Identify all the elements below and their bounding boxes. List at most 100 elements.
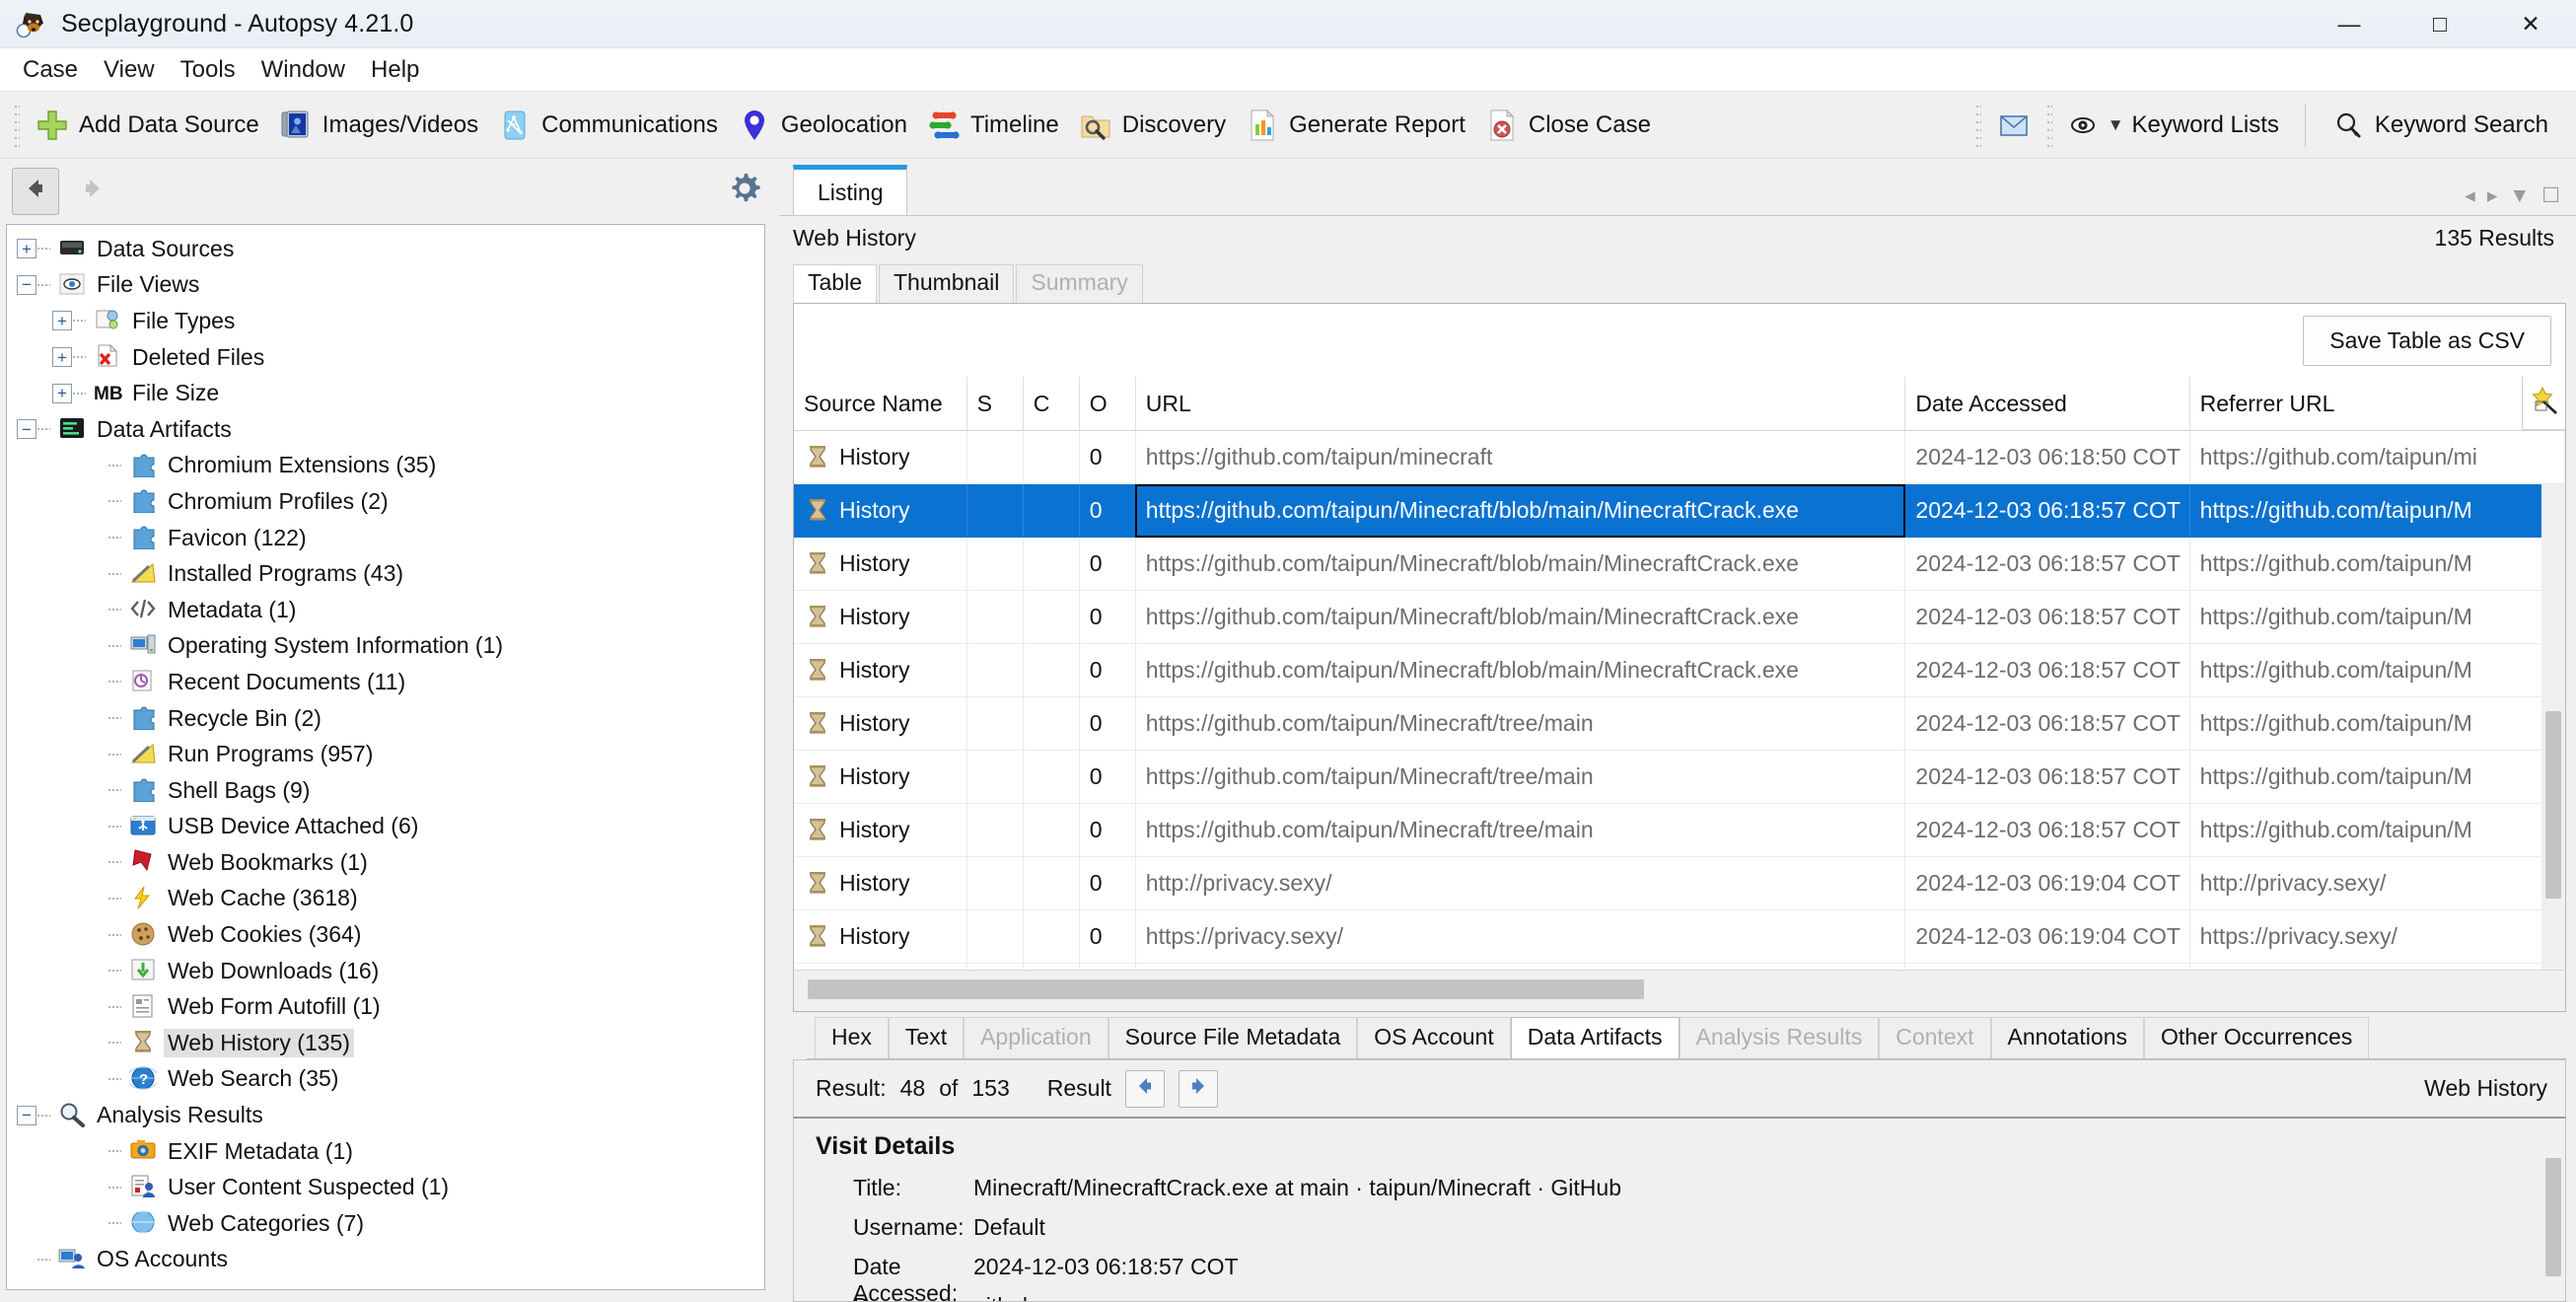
save-table-as-csv-button[interactable]: Save Table as CSV: [2303, 315, 2551, 366]
tree-item-web-cookies-364[interactable]: Web Cookies (364): [7, 916, 764, 953]
table-row[interactable]: History 0 https://github.com/taipun/Minecr…: [794, 537, 2565, 591]
tree-item-web-search-35[interactable]: ? Web Search (35): [7, 1061, 764, 1098]
column-header-o[interactable]: O: [1079, 377, 1136, 430]
tree-item-deleted-files[interactable]: + Deleted Files: [7, 339, 764, 376]
keyword-search-button[interactable]: Keyword Search: [2322, 98, 2558, 153]
tree-item-web-form-autofill-1[interactable]: Web Form Autofill (1): [7, 988, 764, 1025]
tab-table[interactable]: Table: [793, 264, 877, 303]
detail-tab-data-artifacts[interactable]: Data Artifacts: [1510, 1017, 1680, 1059]
expand-icon[interactable]: +: [17, 239, 36, 259]
back-button[interactable]: [12, 168, 59, 215]
detail-tab-other-occurrences[interactable]: Other Occurrences: [2143, 1017, 2370, 1059]
minimize-button[interactable]: —: [2304, 0, 2395, 48]
images-videos-button[interactable]: Images/Videos: [269, 98, 488, 153]
table-row[interactable]: History 0 https://github.com/taipun/Minecr…: [794, 696, 2565, 751]
collapse-icon[interactable]: −: [17, 419, 36, 440]
toolbar-grip-keyword[interactable]: [2045, 102, 2052, 148]
discovery-button[interactable]: Discovery: [1069, 98, 1236, 153]
toolbar-grip-mail[interactable]: [1974, 102, 1981, 148]
table-row[interactable]: History 0 https://github.com/taipun/Minecr…: [794, 483, 2565, 538]
tree-item-recycle-bin-2[interactable]: Recycle Bin (2): [7, 700, 764, 737]
column-header-source-name[interactable]: Source Name: [794, 377, 967, 430]
tree-item-analysis-results[interactable]: − Analysis Results: [7, 1097, 764, 1133]
tree-item-web-cache-3618[interactable]: Web Cache (3618): [7, 881, 764, 917]
toolbar-grip[interactable]: [14, 102, 20, 148]
column-header-c[interactable]: C: [1023, 377, 1080, 430]
close-case-button[interactable]: Close Case: [1475, 98, 1661, 153]
keyword-lists-button[interactable]: ▼ Keyword Lists: [2058, 98, 2289, 153]
tree-item-file-types[interactable]: + File Types: [7, 303, 764, 339]
tab-scroll-left-icon[interactable]: ◂: [2465, 183, 2475, 208]
table-row[interactable]: History 0 https://github.com/taipun/minecr…: [794, 431, 2565, 484]
tab-list-dropdown-icon[interactable]: ▼: [2509, 184, 2530, 208]
table-vertical-scrollbar[interactable]: [2541, 484, 2565, 970]
tree-item-file-size[interactable]: + MB File Size: [7, 375, 764, 411]
menu-item-view[interactable]: View: [91, 52, 168, 88]
maximize-button[interactable]: □: [2395, 0, 2485, 48]
tree-item-os-accounts[interactable]: OS Accounts: [7, 1242, 764, 1278]
column-header-url[interactable]: URL: [1135, 377, 1906, 430]
tab-maximize-icon[interactable]: ☐: [2541, 183, 2560, 208]
next-result-button[interactable]: [1178, 1069, 1218, 1108]
tree-item-recent-documents-11[interactable]: Recent Documents (11): [7, 664, 764, 700]
menu-item-window[interactable]: Window: [249, 52, 358, 88]
tree-item-shell-bags-9[interactable]: Shell Bags (9): [7, 772, 764, 809]
tree-item-data-sources[interactable]: + Data Sources: [7, 231, 764, 267]
expand-icon[interactable]: +: [52, 347, 72, 368]
tree-item-exif-metadata-1[interactable]: EXIF Metadata (1): [7, 1133, 764, 1170]
table-row[interactable]: History 0 https://github.com/taipun/Minecr…: [794, 643, 2565, 697]
timeline-button[interactable]: Timeline: [917, 98, 1069, 153]
tree-item-chromium-extensions-35[interactable]: Chromium Extensions (35): [7, 448, 764, 484]
chevron-down-icon[interactable]: ▼: [2108, 115, 2124, 135]
table-row[interactable]: History 0 https://github.com/taipun/Minecr…: [794, 803, 2565, 857]
column-header-referrer-url[interactable]: Referrer URL: [2189, 377, 2566, 430]
detail-tab-text[interactable]: Text: [888, 1017, 965, 1059]
tree-item-data-artifacts[interactable]: − Data Artifacts: [7, 411, 764, 448]
previous-result-button[interactable]: [1124, 1069, 1165, 1108]
tree-item-web-history-135[interactable]: Web History (135): [7, 1025, 764, 1061]
close-button[interactable]: ✕: [2485, 0, 2576, 48]
table-body[interactable]: History 0 https://github.com/taipun/minecr…: [794, 431, 2565, 970]
tab-listing[interactable]: Listing: [793, 165, 908, 216]
table-row[interactable]: History 0 http://privacy.sexy/2024-12-03 0…: [794, 856, 2565, 910]
tree-item-web-bookmarks-1[interactable]: Web Bookmarks (1): [7, 844, 764, 881]
tree-item-metadata-1[interactable]: Metadata (1): [7, 592, 764, 628]
table-row[interactable]: History 0 https://privacy.sexy/2024-12-03 …: [794, 909, 2565, 964]
detail-tab-annotations[interactable]: Annotations: [1990, 1017, 2144, 1059]
tab-thumbnail[interactable]: Thumbnail: [878, 264, 1015, 303]
email-button[interactable]: [1987, 98, 2040, 153]
expand-icon[interactable]: +: [52, 311, 72, 331]
column-header-date-accessed[interactable]: Date Accessed: [1904, 377, 2190, 430]
tree-item-run-programs-957[interactable]: Run Programs (957): [7, 736, 764, 772]
generate-report-button[interactable]: Generate Report: [1236, 98, 1475, 153]
tree-item-web-categories-7[interactable]: Web Categories (7): [7, 1205, 764, 1242]
forward-button[interactable]: [69, 168, 116, 215]
add-data-source-button[interactable]: Add Data Source: [26, 98, 269, 153]
artifact-tree-panel[interactable]: + Data Sources − File Views + File Types + Dele…: [6, 224, 765, 1290]
column-chooser-button[interactable]: [2522, 377, 2565, 430]
tree-item-installed-programs-43[interactable]: Installed Programs (43): [7, 555, 764, 592]
detail-vertical-scrollbar[interactable]: [2541, 1119, 2565, 1301]
tree-item-favicon-122[interactable]: Favicon (122): [7, 520, 764, 556]
tree-item-web-downloads-16[interactable]: Web Downloads (16): [7, 953, 764, 989]
menu-item-help[interactable]: Help: [358, 52, 432, 88]
table-horizontal-scrollbar[interactable]: [794, 970, 2565, 1011]
tree-settings-button[interactable]: [722, 169, 767, 214]
detail-tab-source-file-metadata[interactable]: Source File Metadata: [1108, 1017, 1358, 1059]
tree-item-user-content-suspected-1[interactable]: User Content Suspected (1): [7, 1169, 764, 1205]
column-header-s[interactable]: S: [966, 377, 1024, 430]
expand-icon[interactable]: +: [52, 383, 72, 403]
collapse-icon[interactable]: −: [17, 1105, 36, 1125]
detail-tab-os-account[interactable]: OS Account: [1357, 1017, 1511, 1059]
tree-item-operating-system-information-1[interactable]: Operating System Information (1): [7, 628, 764, 665]
tab-scroll-right-icon[interactable]: ▸: [2487, 183, 2498, 208]
menu-item-case[interactable]: Case: [10, 52, 91, 88]
communications-button[interactable]: Communications: [488, 98, 728, 153]
tree-item-usb-device-attached-6[interactable]: USB Device Attached (6): [7, 809, 764, 845]
detail-tab-hex[interactable]: Hex: [815, 1017, 889, 1059]
collapse-icon[interactable]: −: [17, 274, 36, 295]
tree-item-chromium-profiles-2[interactable]: Chromium Profiles (2): [7, 483, 764, 520]
menu-item-tools[interactable]: Tools: [168, 52, 249, 88]
tree-item-file-views[interactable]: − File Views: [7, 267, 764, 304]
table-row[interactable]: History 0 https://github.com/taipun/Minecr…: [794, 590, 2565, 644]
